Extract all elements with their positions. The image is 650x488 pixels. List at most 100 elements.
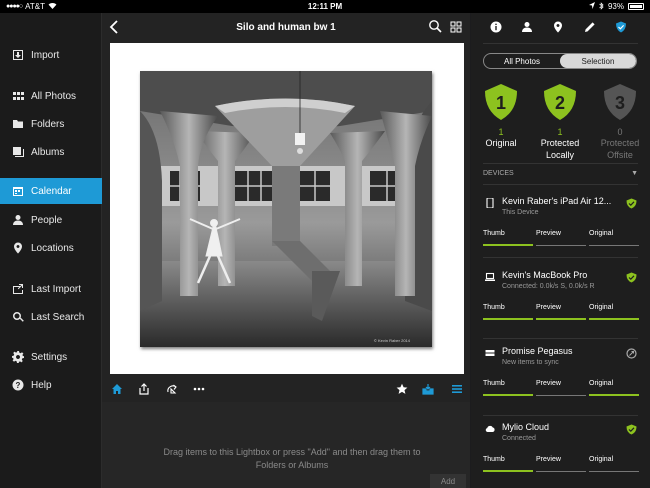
sidebar-item-folders[interactable]: Folders [0, 111, 102, 137]
segment-all-photos[interactable]: All Photos [484, 54, 560, 68]
divider [483, 415, 638, 416]
tab-preview[interactable]: Preview [536, 230, 586, 246]
laptop-icon [485, 272, 495, 281]
viewer-top-bar: Silo and human bw 1 [102, 13, 470, 41]
shield-protected-offsite-label: Protected Offsite [600, 138, 640, 160]
pencil-icon[interactable] [582, 19, 598, 35]
info-icon[interactable] [488, 19, 504, 35]
sidebar-item-people[interactable]: People [0, 207, 102, 233]
tab-thumb[interactable]: Thumb [483, 304, 533, 320]
sidebar-item-last-import[interactable]: Last Import [0, 276, 102, 302]
svg-text:3: 3 [615, 93, 625, 113]
tab-preview[interactable]: Preview [536, 304, 586, 320]
share-icon[interactable] [136, 381, 152, 397]
location-arrow-icon [588, 2, 595, 11]
shield-original-count: 1 [498, 127, 504, 137]
protection-shield-icon[interactable] [613, 19, 629, 35]
battery-icon [628, 3, 644, 10]
sidebar-item-locations[interactable]: Locations [0, 235, 102, 261]
tab-preview[interactable]: Preview [536, 456, 586, 472]
device-status-text: Connected: 0.0k/s S, 0.0k/s R [502, 283, 595, 290]
add-button[interactable]: Add [430, 474, 466, 488]
sidebar: Import All Photos Folders Albums Calenda… [0, 13, 102, 488]
calendar-icon [11, 184, 25, 198]
photo-copyright: © Kevin Raber 2014 [374, 338, 411, 343]
list-icon[interactable] [449, 381, 465, 397]
syncing-icon [626, 348, 637, 359]
shield-protected-locally-label: Protected Locally [540, 138, 580, 160]
star-icon[interactable] [394, 381, 410, 397]
search-icon [11, 310, 25, 324]
wifi-icon [48, 2, 57, 11]
map-share-icon[interactable] [164, 381, 180, 397]
last-import-icon [11, 282, 25, 296]
synced-check-icon [626, 272, 637, 283]
tab-thumb[interactable]: Thumb [483, 230, 533, 246]
gear-icon [11, 350, 25, 364]
more-icon[interactable] [191, 381, 207, 397]
carrier: AT&T [25, 2, 45, 11]
shield-original: 1 1 Original [476, 83, 526, 149]
grid-view-icon[interactable] [450, 20, 462, 33]
tablet-icon [486, 198, 494, 208]
tab-original[interactable]: Original [589, 380, 639, 396]
person-icon [11, 213, 25, 227]
shield-1-icon: 1 [485, 84, 517, 120]
tab-original[interactable]: Original [589, 304, 639, 320]
svg-text:1: 1 [496, 93, 506, 113]
bluetooth-icon [599, 1, 604, 12]
sidebar-item-all-photos[interactable]: All Photos [0, 83, 102, 109]
device-name: Kevin's MacBook Pro [502, 270, 588, 280]
tab-thumb[interactable]: Thumb [483, 456, 533, 472]
tab-preview[interactable]: Preview [536, 380, 586, 396]
albums-icon [11, 145, 25, 159]
lightbox-tray[interactable]: Drag items to this Lightbox or press "Ad… [102, 402, 470, 488]
divider [483, 257, 638, 258]
divider [483, 338, 638, 339]
photo-toolbar [102, 378, 470, 400]
sidebar-item-albums[interactable]: Albums [0, 139, 102, 165]
shield-protected-offsite-count: 0 [617, 127, 623, 137]
back-chevron-icon[interactable] [106, 18, 124, 36]
photo-frame: © Kevin Raber 2014 [110, 43, 464, 374]
folder-icon [11, 117, 25, 131]
help-icon: ? [11, 378, 25, 392]
tab-original[interactable]: Original [589, 230, 639, 246]
cloud-icon [485, 425, 495, 432]
sidebar-item-help[interactable]: ? Help [0, 372, 102, 398]
svg-text:?: ? [16, 381, 21, 390]
devices-header[interactable]: DEVICES ▼ [483, 170, 638, 177]
search-icon[interactable] [428, 19, 442, 33]
sidebar-item-settings[interactable]: Settings [0, 344, 102, 370]
shield-protected-offsite: 3 0 Protected Offsite [595, 83, 645, 161]
divider [483, 163, 638, 164]
tab-original[interactable]: Original [589, 456, 639, 472]
silo-photo-illustration: © Kevin Raber 2014 [140, 71, 432, 347]
divider [483, 184, 638, 185]
lightbox-hint: Drag items to this Lightbox or press "Ad… [163, 447, 421, 470]
device-status-text: This Device [502, 209, 539, 216]
segment-selection[interactable]: Selection [560, 54, 636, 68]
grid-icon [11, 89, 25, 103]
sidebar-item-last-search[interactable]: Last Search [0, 304, 102, 330]
photo-viewer: Silo and human bw 1 © Kevin Raber 2014 D… [102, 13, 470, 488]
device-status-text: New items to sync [502, 359, 559, 366]
sidebar-item-calendar[interactable]: Calendar [0, 178, 102, 204]
import-icon [11, 48, 25, 62]
lightbox-tray-icon[interactable] [420, 381, 436, 397]
divider [483, 43, 638, 44]
synced-check-icon [626, 198, 637, 209]
collapse-triangle-icon: ▼ [631, 170, 638, 177]
shield-2-icon: 2 [544, 84, 576, 120]
tab-thumb[interactable]: Thumb [483, 380, 533, 396]
battery-percent: 93% [607, 2, 624, 11]
clock: 12:11 PM [307, 2, 343, 11]
shield-original-label: Original [485, 138, 517, 148]
photo-image[interactable]: © Kevin Raber 2014 [140, 71, 432, 347]
svg-text:2: 2 [555, 93, 565, 113]
synced-check-icon [626, 424, 637, 435]
sidebar-item-import[interactable]: Import [0, 42, 102, 68]
person-icon[interactable] [519, 19, 535, 35]
location-pin-icon[interactable] [550, 19, 566, 35]
home-icon[interactable] [109, 381, 125, 397]
